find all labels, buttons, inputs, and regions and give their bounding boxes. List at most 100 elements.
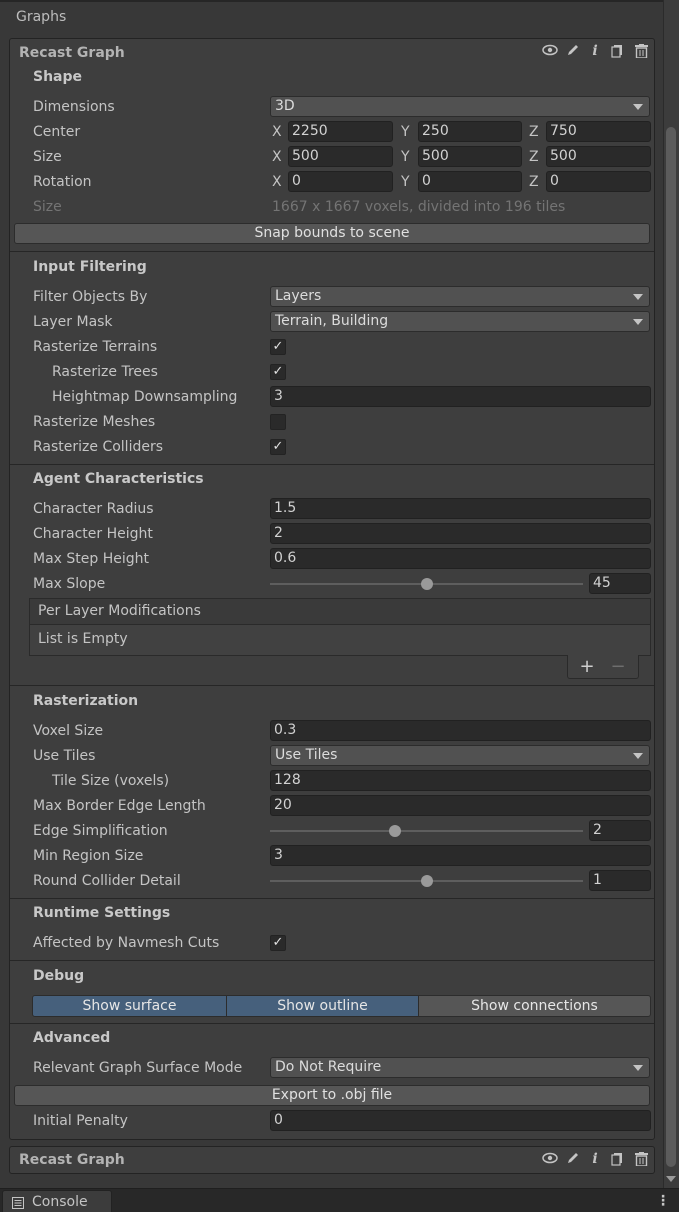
- voxel-size-field[interactable]: 0.3: [270, 720, 651, 741]
- divider: [10, 251, 654, 252]
- rotation-z-label: Z: [529, 174, 539, 190]
- rasterize-meshes-label: Rasterize Meshes: [33, 414, 156, 430]
- layer-mask-label: Layer Mask: [33, 314, 113, 330]
- pencil-icon[interactable]: [565, 1151, 581, 1169]
- eye-icon[interactable]: [541, 1152, 559, 1168]
- size-info-label: Size: [33, 199, 62, 215]
- min-region-size-label: Min Region Size: [33, 848, 144, 864]
- eye-icon[interactable]: [541, 44, 559, 60]
- input-filtering-title: Input Filtering: [33, 259, 147, 275]
- center-z-field[interactable]: 750: [546, 121, 651, 142]
- tile-size-label: Tile Size (voxels): [52, 773, 170, 789]
- edge-simplification-slider-track[interactable]: [270, 830, 583, 832]
- panel-title[interactable]: Recast Graph: [19, 45, 125, 61]
- divider: [10, 685, 654, 686]
- chevron-down-icon: [633, 753, 643, 759]
- center-x-label: X: [272, 124, 282, 140]
- list-empty-label: List is Empty: [38, 631, 128, 647]
- advanced-title: Advanced: [33, 1030, 111, 1046]
- per-layer-title[interactable]: Per Layer Modifications: [38, 603, 201, 619]
- initial-penalty-field[interactable]: 0: [270, 1110, 651, 1131]
- navmesh-cuts-checkbox[interactable]: ✓: [270, 935, 286, 951]
- use-tiles-dropdown[interactable]: Use Tiles: [270, 745, 650, 766]
- min-region-size-field[interactable]: 3: [270, 845, 651, 866]
- surface-mode-value: Do Not Require: [275, 1059, 382, 1075]
- trash-icon[interactable]: [634, 44, 648, 62]
- center-label: Center: [33, 124, 81, 140]
- rasterize-terrains-checkbox[interactable]: ✓: [270, 339, 286, 355]
- pencil-icon[interactable]: [565, 43, 581, 61]
- scrollbar-thumb[interactable]: [666, 127, 676, 1167]
- character-height-field[interactable]: 2: [270, 523, 651, 544]
- center-x-field[interactable]: 2250: [288, 121, 393, 142]
- divider: [10, 464, 654, 465]
- copy-icon[interactable]: [610, 1152, 624, 1170]
- filter-by-label: Filter Objects By: [33, 289, 148, 305]
- shape-section-title: Shape: [33, 69, 83, 85]
- rotation-y-label: Y: [401, 174, 410, 190]
- rotation-y-field[interactable]: 0: [418, 171, 522, 192]
- size-y-field[interactable]: 500: [418, 146, 522, 167]
- info-icon[interactable]: i: [588, 1151, 602, 1167]
- chevron-down-icon: [633, 319, 643, 325]
- filter-by-value: Layers: [275, 288, 322, 304]
- copy-icon[interactable]: [610, 44, 624, 62]
- rasterization-title: Rasterization: [33, 693, 139, 709]
- dimensions-dropdown[interactable]: 3D: [270, 96, 650, 117]
- layer-mask-value: Terrain, Building: [275, 313, 389, 329]
- add-icon[interactable]: +: [578, 656, 596, 677]
- snap-bounds-button[interactable]: Snap bounds to scene: [14, 223, 650, 244]
- character-radius-label: Character Radius: [33, 501, 154, 517]
- dimensions-value: 3D: [275, 98, 295, 114]
- round-collider-field[interactable]: 1: [589, 870, 651, 891]
- size-z-field[interactable]: 500: [546, 146, 651, 167]
- heightmap-downsampling-field[interactable]: 3: [270, 386, 651, 407]
- rotation-x-field[interactable]: 0: [288, 171, 393, 192]
- character-height-label: Character Height: [33, 526, 153, 542]
- initial-penalty-label: Initial Penalty: [33, 1113, 128, 1129]
- max-slope-label: Max Slope: [33, 576, 106, 592]
- round-collider-slider-thumb[interactable]: [420, 875, 433, 887]
- tile-size-field[interactable]: 128: [270, 770, 651, 791]
- export-obj-button[interactable]: Export to .obj file: [14, 1085, 650, 1106]
- max-border-edge-field[interactable]: 20: [270, 795, 651, 816]
- more-options-icon[interactable]: ⋮: [656, 1193, 670, 1209]
- size-x-label: X: [272, 149, 282, 165]
- console-icon: [12, 1197, 24, 1212]
- character-radius-field[interactable]: 1.5: [270, 498, 651, 519]
- size-x-field[interactable]: 500: [288, 146, 393, 167]
- heightmap-downsampling-label: Heightmap Downsampling: [52, 389, 238, 405]
- show-surface-toggle[interactable]: Show surface: [32, 995, 227, 1017]
- surface-mode-label: Relevant Graph Surface Mode: [33, 1060, 243, 1076]
- edge-simplification-field[interactable]: 2: [589, 820, 651, 841]
- info-icon[interactable]: i: [588, 43, 602, 59]
- max-step-height-field[interactable]: 0.6: [270, 548, 651, 569]
- scroll-down-arrow-icon[interactable]: [666, 1176, 676, 1182]
- surface-mode-dropdown[interactable]: Do Not Require: [270, 1057, 650, 1078]
- max-border-edge-label: Max Border Edge Length: [33, 798, 206, 814]
- divider: [10, 1023, 654, 1024]
- center-y-field[interactable]: 250: [418, 121, 522, 142]
- panel2-title[interactable]: Recast Graph: [19, 1152, 125, 1168]
- chevron-down-icon: [633, 294, 643, 300]
- rasterize-trees-checkbox[interactable]: ✓: [270, 364, 286, 380]
- show-connections-toggle[interactable]: Show connections: [418, 995, 651, 1017]
- remove-icon[interactable]: −: [609, 656, 627, 677]
- voxel-size-label: Voxel Size: [33, 723, 104, 739]
- rotation-z-field[interactable]: 0: [546, 171, 651, 192]
- trash-icon[interactable]: [634, 1152, 648, 1170]
- console-label[interactable]: Console: [32, 1194, 88, 1210]
- max-slope-field[interactable]: 45: [589, 573, 651, 594]
- divider: [10, 960, 654, 961]
- center-z-label: Z: [529, 124, 539, 140]
- use-tiles-label: Use Tiles: [33, 748, 96, 764]
- rasterize-colliders-checkbox[interactable]: ✓: [270, 439, 286, 455]
- top-border: [0, 0, 663, 2]
- show-outline-toggle[interactable]: Show outline: [226, 995, 419, 1017]
- rasterize-meshes-checkbox[interactable]: [270, 414, 286, 430]
- max-slope-slider-thumb[interactable]: [420, 578, 433, 590]
- filter-by-dropdown[interactable]: Layers: [270, 286, 650, 307]
- layer-mask-dropdown[interactable]: Terrain, Building: [270, 311, 650, 332]
- chevron-down-icon: [633, 1065, 643, 1071]
- navmesh-cuts-label: Affected by Navmesh Cuts: [33, 935, 220, 951]
